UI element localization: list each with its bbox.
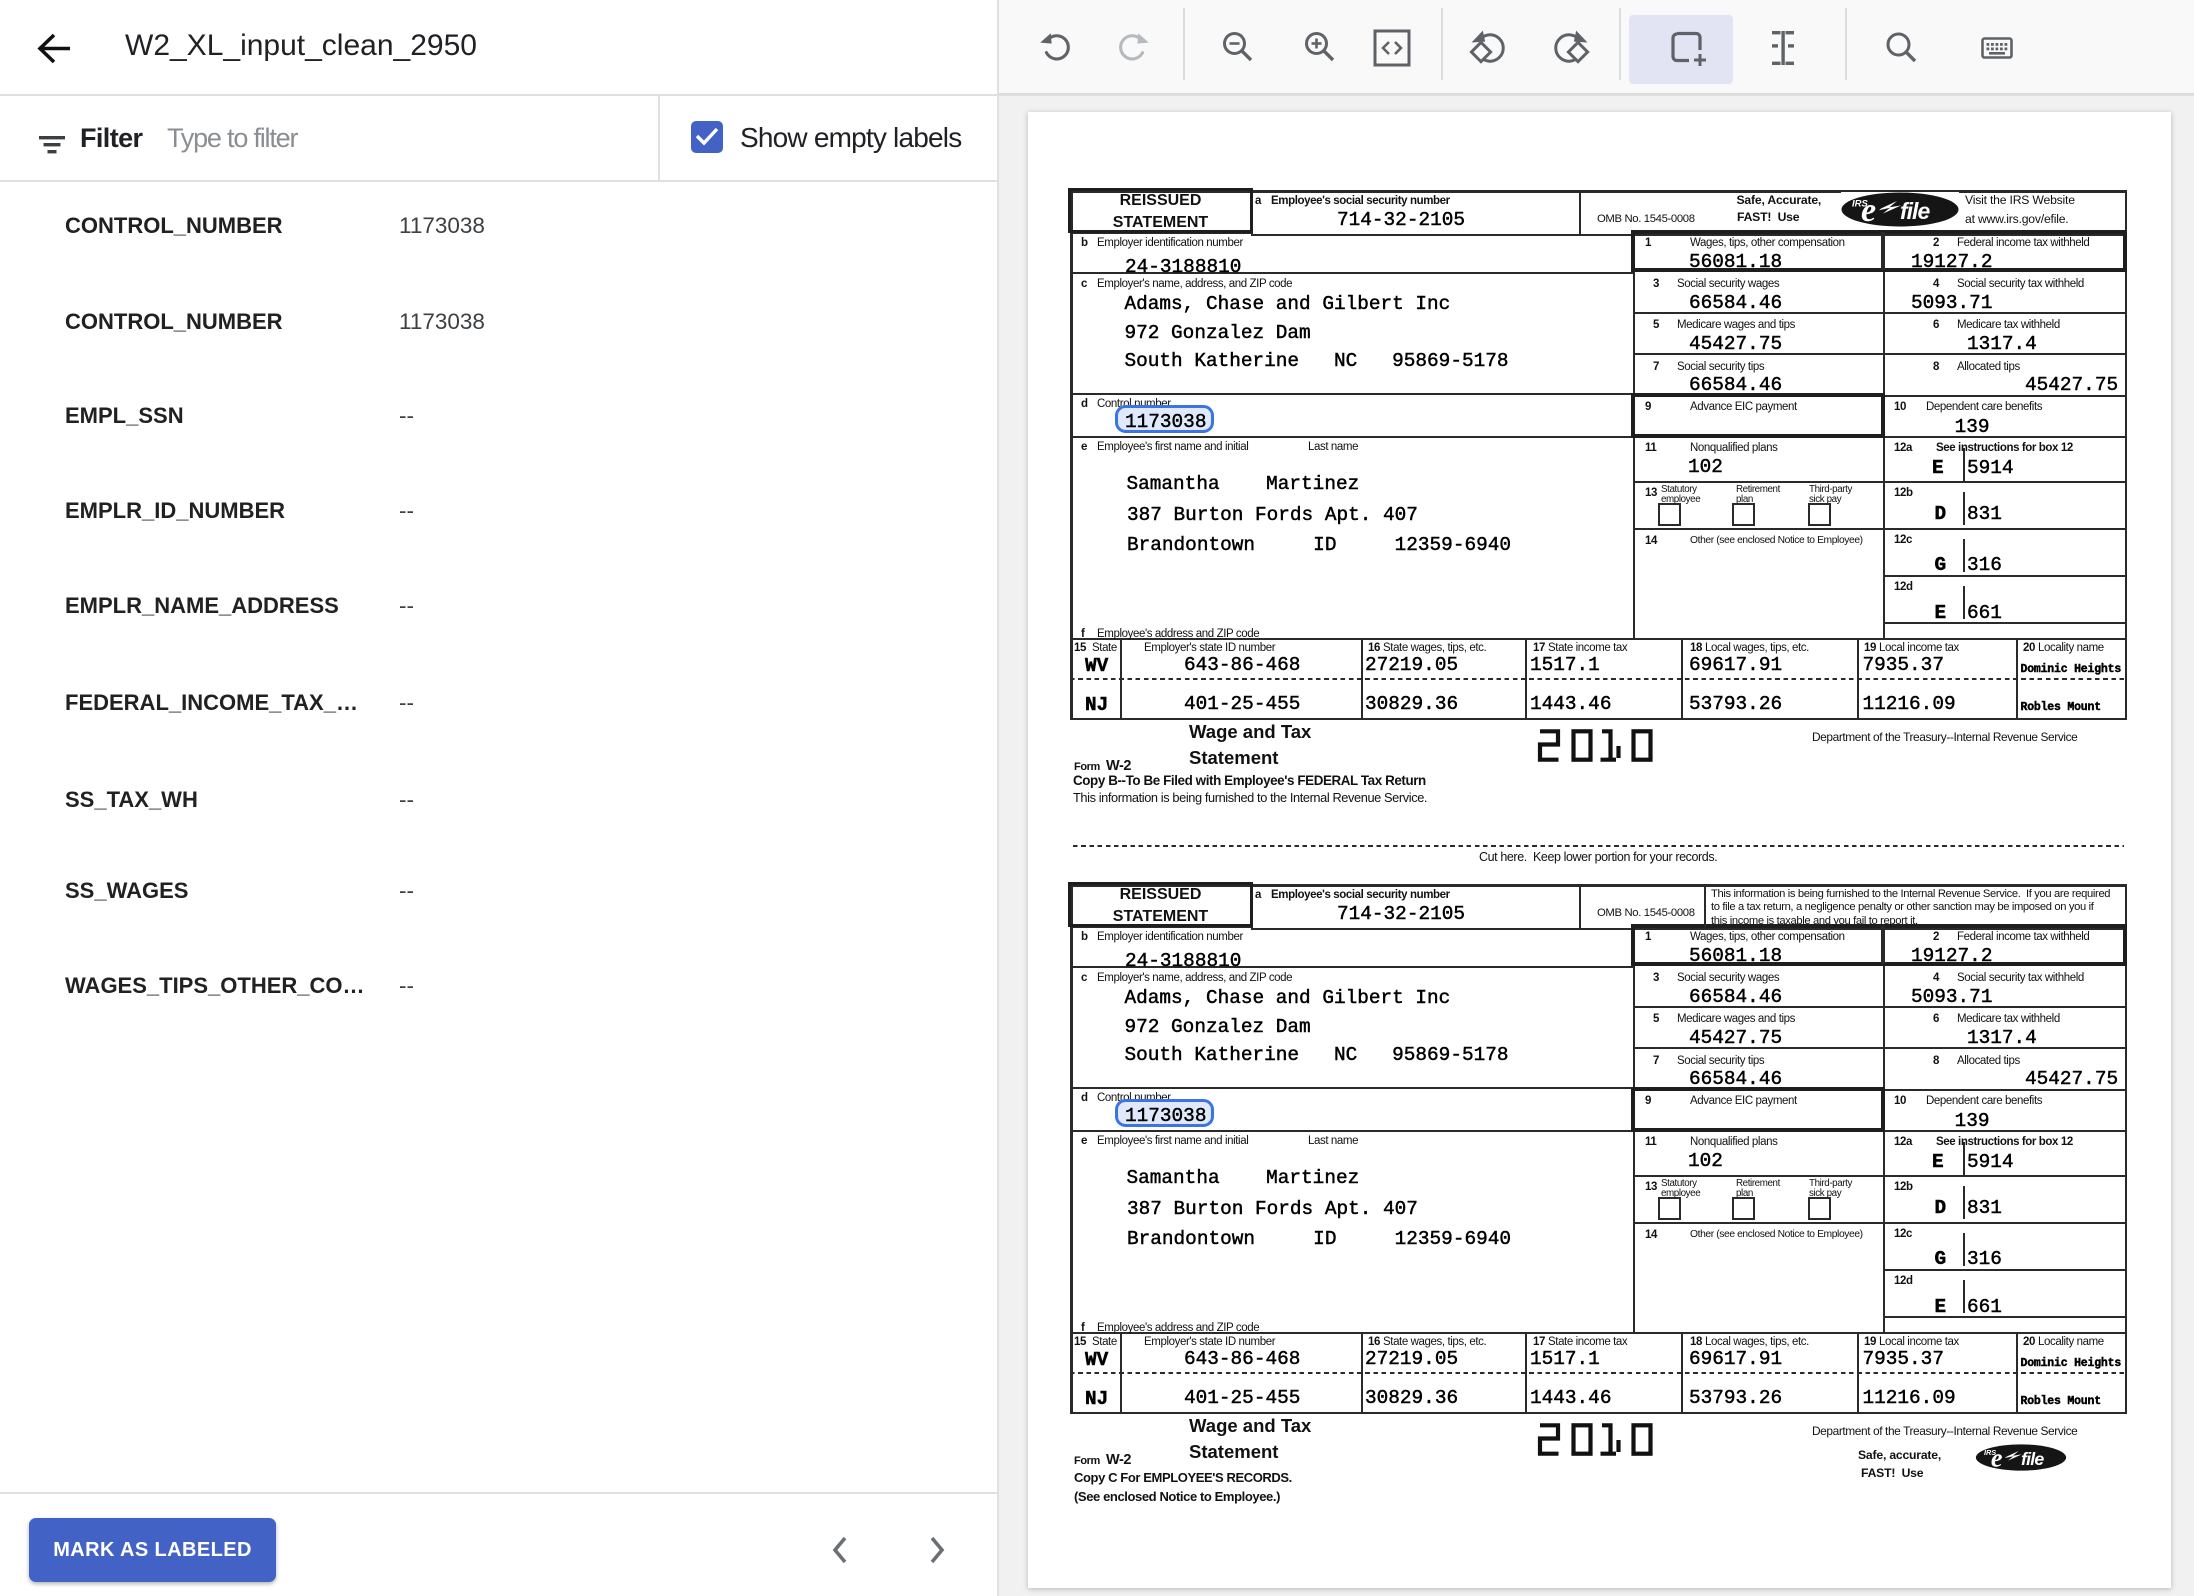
svg-text:e: e (1991, 1444, 2003, 1471)
svg-text:file: file (1900, 198, 1930, 224)
svg-text:file: file (2021, 1449, 2044, 1469)
svg-text:e: e (1861, 192, 1876, 227)
